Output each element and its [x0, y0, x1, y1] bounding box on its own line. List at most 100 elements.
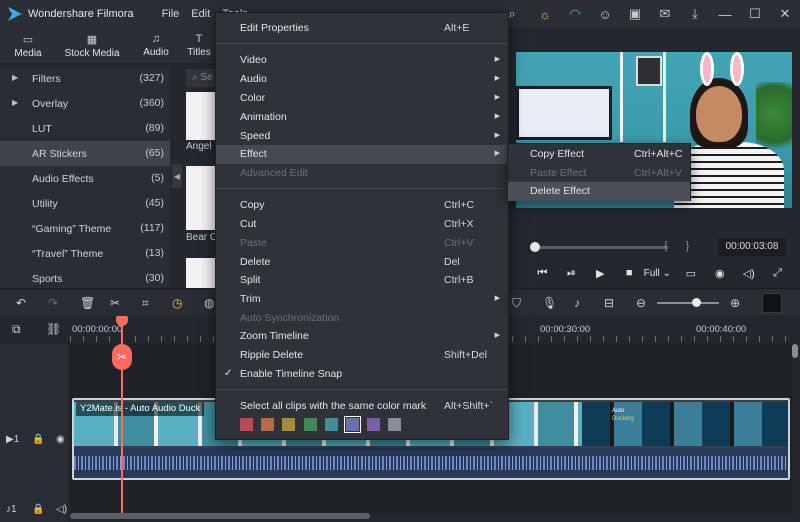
download-icon[interactable]: ⤓ — [680, 0, 710, 28]
sidebar-item-filters[interactable]: ▶ Filters (327) — [0, 66, 170, 91]
speed-icon[interactable]: ◷ — [172, 296, 182, 310]
zoom-slider[interactable] — [657, 302, 719, 304]
minimize-icon[interactable]: — — [710, 0, 740, 28]
microphone-icon[interactable]: 🎙 — [542, 296, 557, 310]
maximize-icon[interactable]: ☐ — [740, 0, 770, 28]
asset-thumbnail-bear[interactable] — [186, 166, 216, 230]
sidebar-item-travel-theme[interactable]: “Travel” Theme (13) — [0, 241, 170, 266]
step-back-icon[interactable]: ⏯ — [557, 267, 586, 280]
sidebar-item-overlay[interactable]: ▶ Overlay (360) — [0, 91, 170, 116]
crop-icon[interactable]: ⌗ — [142, 296, 149, 311]
menu-item-label: Paste Effect — [530, 167, 587, 179]
quality-dropdown[interactable]: Full ⌄ — [644, 268, 677, 279]
mark-in-out-icon[interactable]: {} — [664, 240, 707, 252]
sidebar-item-audio-effects[interactable]: Audio Effects (5) — [0, 166, 170, 191]
undo-icon[interactable]: ↶ — [16, 296, 26, 310]
link-icon[interactable]: ⛓ — [46, 322, 61, 336]
menu-item-ripple-delete[interactable]: Ripple Delete Shift+Del — [216, 346, 508, 365]
menu-item-advanced-edit[interactable]: Advanced Edit — [216, 164, 508, 183]
color-mark-swatch-selected[interactable] — [344, 416, 361, 433]
eye-icon[interactable]: ◉ — [56, 434, 65, 445]
asset-thumbnail-angel[interactable] — [186, 92, 216, 140]
zoom-in-icon[interactable]: ⊕ — [730, 296, 740, 310]
color-icon[interactable]: ◍ — [204, 296, 214, 310]
account-icon[interactable]: ☺ — [590, 0, 620, 28]
sidebar-item-count: (13) — [145, 247, 164, 259]
color-mark-swatch[interactable] — [304, 418, 317, 431]
layout-icon[interactable] — [762, 293, 782, 313]
menu-item-delete-effect[interactable]: Delete Effect — [508, 182, 690, 201]
stop-icon[interactable]: ■ — [615, 267, 644, 279]
collapse-sidebar-button[interactable]: ◀ — [172, 164, 182, 188]
audio-mixer-icon[interactable]: ♪ — [574, 296, 580, 310]
shield-icon[interactable]: ⛉ — [512, 296, 521, 311]
sidebar-item-ar-stickers[interactable]: AR Stickers (65) — [0, 141, 170, 166]
previous-frame-icon[interactable]: ⏮ — [528, 267, 557, 280]
zoom-slider-handle[interactable] — [692, 298, 701, 307]
tab-audio[interactable]: ♫ Audio — [128, 28, 184, 63]
play-icon[interactable]: ▶ — [586, 267, 615, 280]
speaker-icon[interactable]: ◁) — [56, 504, 67, 515]
volume-icon[interactable]: ◁) — [734, 267, 763, 280]
menu-item-effect[interactable]: Effect ▶ — [216, 145, 508, 164]
menu-item-trim[interactable]: Trim ▶ — [216, 290, 508, 309]
menu-item-label: Video — [240, 54, 267, 66]
menu-item-edit-properties[interactable]: Edit Properties Alt+E — [216, 19, 508, 38]
delete-icon[interactable]: 🗑 — [80, 296, 95, 310]
mail-icon[interactable]: ✉ — [650, 0, 680, 28]
caption-icon[interactable]: ⊟ — [604, 296, 614, 310]
tab-media[interactable]: ▭ Media — [0, 28, 56, 63]
menu-item-audio[interactable]: Audio ▶ — [216, 70, 508, 89]
asset-thumbnail[interactable] — [186, 258, 216, 288]
vertical-scrollbar[interactable] — [792, 344, 798, 358]
expand-arrow-icon[interactable]: ▶ — [12, 98, 18, 107]
menu-item-split[interactable]: Split Ctrl+B — [216, 271, 508, 290]
menu-item-copy-effect[interactable]: Copy Effect Ctrl+Alt+C — [508, 145, 690, 164]
sidebar-item-lut[interactable]: LUT (89) — [0, 116, 170, 141]
save-icon[interactable]: ▣ — [620, 0, 650, 28]
expand-arrow-icon[interactable]: ▶ — [12, 73, 18, 82]
scrubber-handle[interactable] — [530, 242, 540, 252]
menu-file[interactable]: File — [162, 8, 180, 20]
search-input[interactable]: ⌕ Se — [186, 69, 216, 87]
zoom-out-icon[interactable]: ⊖ — [636, 296, 646, 310]
headset-icon[interactable]: ◠ — [560, 0, 590, 28]
menu-item-color[interactable]: Color ▶ — [216, 89, 508, 108]
menu-item-copy[interactable]: Copy Ctrl+C — [216, 196, 508, 215]
close-icon[interactable]: ✕ — [770, 0, 800, 28]
horizontal-scrollbar[interactable] — [70, 513, 370, 519]
sidebar-item-gaming-theme[interactable]: “Gaming” Theme (117) — [0, 216, 170, 241]
snapshot-icon[interactable]: ◉ — [705, 267, 734, 280]
lock-icon[interactable]: 🔒 — [32, 504, 44, 515]
color-mark-swatch[interactable] — [367, 418, 380, 431]
display-icon[interactable]: ▭ — [676, 267, 705, 280]
color-mark-swatch[interactable] — [261, 418, 274, 431]
bulb-icon[interactable]: ☼ — [530, 0, 560, 28]
color-mark-swatch[interactable] — [388, 418, 401, 431]
color-mark-swatch[interactable] — [240, 418, 253, 431]
tab-titles[interactable]: T Titles — [184, 28, 214, 63]
menu-item-paste-effect[interactable]: Paste Effect Ctrl+Alt+V — [508, 164, 690, 183]
menu-item-enable-timeline-snap[interactable]: ✓ Enable Timeline Snap — [216, 365, 508, 384]
add-track-icon[interactable]: ⧉ — [12, 322, 21, 337]
lock-icon[interactable]: 🔒 — [32, 434, 44, 445]
color-mark-swatch[interactable] — [282, 418, 295, 431]
menu-item-delete[interactable]: Delete Del — [216, 253, 508, 272]
playback-scrubber[interactable] — [530, 246, 668, 249]
menu-item-speed[interactable]: Speed ▶ — [216, 127, 508, 146]
menu-edit[interactable]: Edit — [191, 8, 210, 20]
fullscreen-icon[interactable]: ⤢ — [763, 267, 792, 280]
tab-stock-media[interactable]: ▦ Stock Media — [56, 28, 128, 63]
menu-item-auto-synchronization[interactable]: Auto Synchronization — [216, 309, 508, 328]
split-scissors-icon[interactable]: ✂ — [112, 344, 132, 370]
menu-item-video[interactable]: Video ▶ — [216, 51, 508, 70]
menu-item-paste[interactable]: Paste Ctrl+V — [216, 234, 508, 253]
color-mark-swatch[interactable] — [325, 418, 338, 431]
menu-item-select-same-color[interactable]: Select all clips with the same color mar… — [216, 397, 508, 416]
menu-item-cut[interactable]: Cut Ctrl+X — [216, 215, 508, 234]
redo-icon[interactable]: ↷ — [48, 296, 58, 310]
menu-item-animation[interactable]: Animation ▶ — [216, 108, 508, 127]
sidebar-item-utility[interactable]: Utility (45) — [0, 191, 170, 216]
scissors-icon[interactable]: ✂ — [110, 296, 120, 310]
menu-item-zoom-timeline[interactable]: Zoom Timeline ▶ — [216, 327, 508, 346]
